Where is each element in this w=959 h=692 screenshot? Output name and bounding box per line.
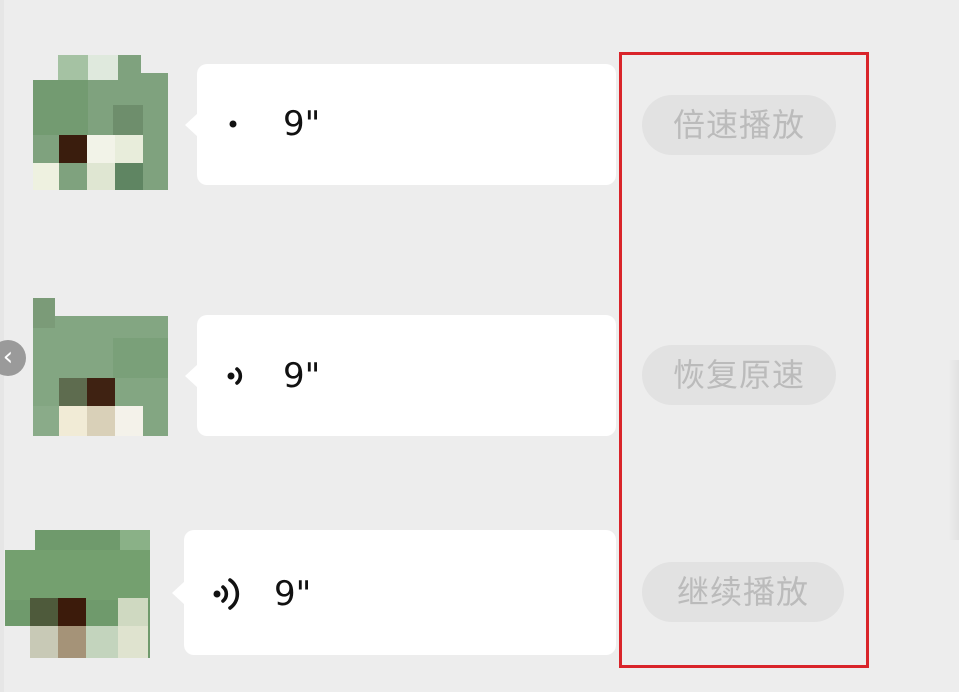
voice-message-bubble[interactable]: 9" xyxy=(172,530,616,655)
chevron-left-icon[interactable]: ‹ xyxy=(0,340,26,376)
right-edge-shadow xyxy=(948,360,959,540)
avatar[interactable] xyxy=(5,530,150,658)
voice-message-bubble[interactable]: 9" xyxy=(185,64,616,185)
voice-wave-icon xyxy=(229,120,237,128)
voice-duration: 9" xyxy=(283,356,321,396)
voice-wave-icon xyxy=(227,367,243,385)
voice-duration: 9" xyxy=(283,104,321,144)
highlight-box xyxy=(619,52,869,668)
chat-screen: 9" 倍速播放 9" 恢复原速 9" 继续播放 ‹ xyxy=(0,0,959,692)
voice-duration: 9" xyxy=(274,574,312,614)
voice-message-bubble[interactable]: 9" xyxy=(185,315,616,436)
voice-wave-icon xyxy=(213,578,240,610)
avatar[interactable] xyxy=(33,298,168,436)
avatar[interactable] xyxy=(33,55,168,190)
